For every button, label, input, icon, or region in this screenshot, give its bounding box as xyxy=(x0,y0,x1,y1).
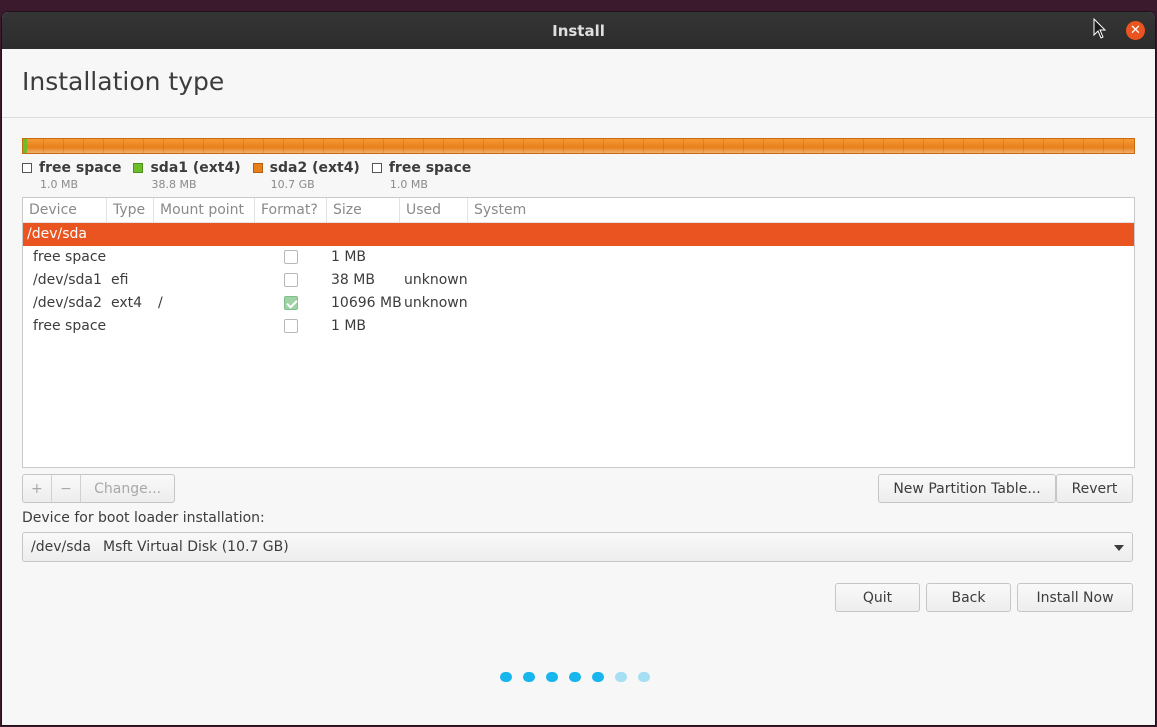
cell-device: /dev/sda2 xyxy=(33,295,102,311)
progress-dot xyxy=(592,672,604,682)
partition-table: Device Type Mount point Format? Size Use… xyxy=(22,197,1135,468)
table-row[interactable]: /dev/sda2 ext4 / 10696 MB unknown xyxy=(23,292,1134,315)
legend-label: free space xyxy=(388,160,472,176)
table-row[interactable]: free space 1 MB xyxy=(23,246,1134,269)
cell-size: 38 MB xyxy=(331,272,375,288)
close-icon[interactable]: ✕ xyxy=(1126,21,1145,40)
progress-dot xyxy=(638,672,650,682)
progress-dot xyxy=(615,672,627,682)
disk-bar-sda1 xyxy=(23,139,27,153)
table-header: Device Type Mount point Format? Size Use… xyxy=(23,198,1134,223)
cell-used: unknown xyxy=(404,272,468,288)
cell-device: /dev/sda1 xyxy=(33,272,102,288)
column-header-format[interactable]: Format? xyxy=(255,198,327,222)
quit-button[interactable]: Quit xyxy=(835,583,920,612)
disk-legend: free space 1.0 MB sda1 (ext4) 38.8 MB sd… xyxy=(22,160,483,191)
column-header-device[interactable]: Device xyxy=(23,198,107,222)
remove-partition-button[interactable]: − xyxy=(52,475,82,502)
cell-device: free space xyxy=(33,318,107,334)
bootloader-label: Device for boot loader installation: xyxy=(22,510,265,526)
legend-swatch xyxy=(371,163,382,173)
disk-usage-bar xyxy=(22,138,1135,154)
page-title: Installation type xyxy=(22,67,225,96)
table-row[interactable]: free space 1 MB xyxy=(23,315,1134,338)
column-header-mount-point[interactable]: Mount point xyxy=(154,198,255,222)
progress-dots xyxy=(500,672,661,682)
legend-size: 38.8 MB xyxy=(151,178,197,191)
new-partition-table-button[interactable]: New Partition Table... xyxy=(878,474,1056,503)
format-checkbox[interactable] xyxy=(284,273,298,287)
cell-size: 1 MB xyxy=(331,318,367,334)
disk-device: /dev/sda xyxy=(27,226,87,242)
cell-type: ext4 xyxy=(111,295,143,311)
legend-size: 10.7 GB xyxy=(270,178,315,191)
legend-label: free space xyxy=(39,160,122,176)
legend-item: free space 1.0 MB xyxy=(371,160,472,191)
legend-item: sda2 (ext4) 10.7 GB xyxy=(252,160,360,191)
legend-swatch xyxy=(22,163,32,173)
divider xyxy=(2,117,1155,118)
legend-size: 1.0 MB xyxy=(389,178,428,191)
bootloader-device-select[interactable]: /dev/sda Msft Virtual Disk (10.7 GB) xyxy=(22,532,1133,562)
column-header-size[interactable]: Size xyxy=(327,198,400,222)
change-partition-button[interactable]: Change... xyxy=(81,475,174,502)
title-bar: Install ✕ xyxy=(2,12,1155,49)
progress-dot xyxy=(569,672,581,682)
format-checkbox[interactable] xyxy=(284,250,298,264)
add-partition-button[interactable]: + xyxy=(23,475,52,502)
revert-button[interactable]: Revert xyxy=(1056,474,1133,503)
legend-item: sda1 (ext4) 38.8 MB xyxy=(133,160,241,191)
column-header-system[interactable]: System xyxy=(468,198,1134,222)
cell-size: 1 MB xyxy=(331,249,367,265)
mouse-cursor-icon xyxy=(1093,18,1107,39)
cell-mount: / xyxy=(158,295,163,311)
table-row[interactable]: /dev/sda1 efi 38 MB unknown xyxy=(23,269,1134,292)
legend-label: sda2 (ext4) xyxy=(269,160,360,176)
bootloader-device: /dev/sda xyxy=(31,539,91,555)
format-checkbox[interactable] xyxy=(284,319,298,333)
cell-used: unknown xyxy=(404,295,468,311)
legend-size: 1.0 MB xyxy=(40,178,79,191)
legend-label: sda1 (ext4) xyxy=(150,160,241,176)
legend-swatch xyxy=(252,163,263,173)
legend-item: free space 1.0 MB xyxy=(22,160,121,191)
cell-type: efi xyxy=(111,272,129,288)
chevron-down-icon xyxy=(1114,545,1124,551)
bootloader-description: Msft Virtual Disk (10.7 GB) xyxy=(103,539,289,555)
installer-window: Install ✕ Installation type free space 1… xyxy=(2,12,1155,725)
back-button[interactable]: Back xyxy=(926,583,1011,612)
partition-edit-buttons: + − Change... xyxy=(22,474,175,503)
progress-dot xyxy=(546,672,558,682)
install-now-button[interactable]: Install Now xyxy=(1017,583,1133,612)
legend-swatch xyxy=(133,163,144,173)
progress-dot xyxy=(500,672,512,682)
cell-device: free space xyxy=(33,249,107,265)
format-checkbox-checked[interactable] xyxy=(284,296,298,310)
column-header-used[interactable]: Used xyxy=(400,198,468,222)
column-header-type[interactable]: Type xyxy=(107,198,154,222)
cell-size: 10696 MB xyxy=(331,295,402,311)
progress-dot xyxy=(523,672,535,682)
table-row-disk[interactable]: /dev/sda xyxy=(23,223,1134,246)
window-title: Install xyxy=(552,21,605,40)
